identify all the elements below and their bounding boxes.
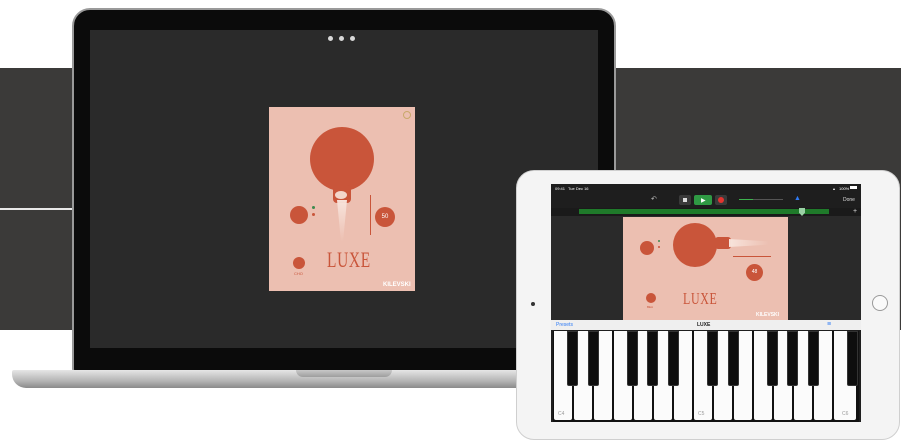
stop-button[interactable]: [679, 195, 691, 205]
record-icon: [718, 197, 724, 203]
play-button[interactable]: ▶: [694, 195, 712, 205]
left-dot-lower: [312, 213, 315, 216]
stop-icon: [683, 198, 687, 202]
piano-black-key[interactable]: [767, 331, 778, 386]
piano-black-key[interactable]: [588, 331, 599, 386]
status-date: Tue Dec 16: [568, 186, 589, 191]
slider-track[interactable]: [370, 195, 371, 235]
left-knob[interactable]: [640, 241, 654, 255]
left-dot-upper: [312, 206, 315, 209]
small-knob[interactable]: [293, 257, 305, 269]
neck-shape: [715, 237, 731, 249]
battery-icon: [850, 186, 857, 189]
small-knob-label: BEA: [647, 305, 654, 309]
light-beam: [729, 239, 769, 247]
piano-black-key[interactable]: [707, 331, 718, 386]
brand-logo: KILEVSKI: [383, 282, 411, 288]
ipad-plugin-window[interactable]: 48 BEA LUXE KILEVSKI: [623, 217, 788, 320]
large-circle-knob[interactable]: [310, 127, 374, 191]
piano-keyboard[interactable]: C4 C5 C6: [553, 331, 859, 422]
small-knob[interactable]: [646, 293, 656, 303]
cycle-region[interactable]: [579, 209, 829, 214]
toolbar: ↶ ▶ ▲ Done: [551, 192, 861, 208]
small-knob-label: CHO: [294, 271, 303, 276]
octave-label-c6: C6: [842, 411, 849, 417]
piano-black-key[interactable]: [567, 331, 578, 386]
power-icon[interactable]: [403, 111, 411, 119]
value-knob[interactable]: 48: [746, 264, 763, 281]
keyboard-header: Presets LUXE ≡: [551, 320, 861, 330]
play-icon: ▶: [701, 198, 706, 204]
piano-black-key[interactable]: [647, 331, 658, 386]
piano-black-key[interactable]: [668, 331, 679, 386]
metronome-icon[interactable]: ▲: [794, 195, 801, 202]
macbook-notch: [296, 370, 392, 377]
record-button[interactable]: [715, 195, 727, 205]
large-circle-knob[interactable]: [673, 223, 717, 267]
volume-fill: [739, 199, 753, 200]
piano-black-key[interactable]: [728, 331, 739, 386]
status-bar: 09:41 Tue Dec 16 ▴ 100%: [551, 184, 861, 192]
add-track-icon[interactable]: +: [853, 208, 857, 215]
undo-icon[interactable]: ↶: [651, 195, 657, 203]
left-dot-lower: [658, 246, 660, 248]
ipad-screen: 09:41 Tue Dec 16 ▴ 100% ↶ ▶ ▲ Done + 48 …: [551, 184, 861, 422]
value-knob[interactable]: 50: [375, 207, 395, 227]
octave-label-c5: C5: [698, 411, 705, 417]
instrument-name: LUXE: [697, 322, 711, 328]
value-knob-label: 50: [381, 214, 389, 220]
battery-level: 100%: [839, 186, 850, 191]
done-button[interactable]: Done: [843, 197, 855, 203]
mac-plugin-window[interactable]: 50 CHO LUXE KILEVSKI: [269, 107, 415, 291]
status-time: 09:41: [555, 186, 566, 191]
plugin-title: LUXE: [327, 247, 371, 272]
window-dots: [328, 36, 358, 42]
value-knob-label: 48: [751, 269, 758, 275]
presets-button[interactable]: Presets: [556, 322, 573, 328]
brand-logo: KILEVSKI: [756, 312, 780, 318]
left-knob[interactable]: [290, 206, 308, 224]
settings-icon[interactable]: ≡: [827, 321, 831, 328]
plugin-title: LUXE: [683, 289, 718, 308]
home-button[interactable]: [872, 295, 888, 311]
piano-black-key[interactable]: [808, 331, 819, 386]
octave-label-c4: C4: [558, 411, 565, 417]
wifi-icon: ▴: [833, 186, 836, 191]
ipad-camera: [531, 302, 535, 306]
piano-black-key[interactable]: [787, 331, 798, 386]
light-beam: [337, 200, 347, 242]
piano-black-key[interactable]: [847, 331, 858, 386]
background-divider: [0, 208, 75, 210]
master-volume-slider[interactable]: [739, 199, 783, 200]
eye-ring-icon: [334, 190, 348, 200]
left-dot-upper: [658, 240, 660, 242]
background-band-left: [0, 68, 75, 330]
slider-track[interactable]: [733, 256, 771, 257]
piano-black-key[interactable]: [627, 331, 638, 386]
